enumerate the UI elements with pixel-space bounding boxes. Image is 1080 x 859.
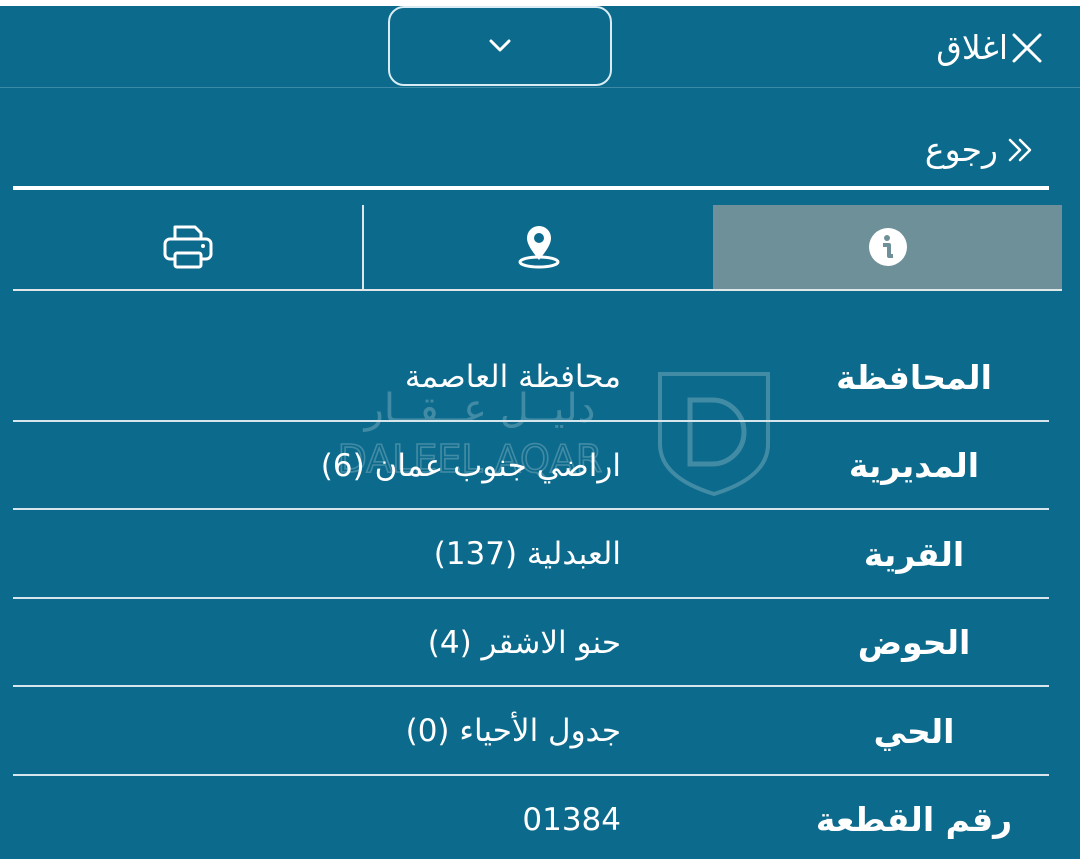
detail-value: 01384 [522, 801, 621, 838]
panel-header: اغلاق [0, 6, 1080, 88]
list-item: المديرية اراضي جنوب عمان (6) [13, 422, 1049, 510]
detail-value: جدول الأحياء (0) [405, 713, 621, 749]
details-list: المحافظة محافظة العاصمة المديرية اراضي ج… [13, 333, 1049, 859]
section-divider [13, 186, 1049, 190]
detail-value: حنو الاشقر (4) [427, 624, 621, 661]
collapse-panel-button[interactable] [388, 6, 612, 86]
detail-value: العبدلية (137) [433, 536, 621, 572]
close-label: اغلاق [936, 28, 1008, 67]
back-button[interactable]: رجوع [925, 125, 1036, 175]
detail-label: القرية [863, 534, 965, 574]
detail-label: المحافظة [836, 357, 992, 397]
detail-label: رقم القطعة [815, 800, 1013, 839]
list-item: الحوض حنو الاشقر (4) [13, 599, 1049, 687]
detail-label: الحي [873, 711, 955, 751]
tab-info[interactable] [713, 205, 1062, 291]
list-item: المحافظة محافظة العاصمة [13, 333, 1049, 422]
close-icon [1012, 33, 1042, 63]
chevron-down-icon [489, 39, 511, 52]
list-item: القرية العبدلية (137) [13, 510, 1049, 599]
list-item: رقم القطعة 01384 [13, 776, 1049, 859]
info-circle-icon [868, 228, 907, 266]
tab-location[interactable] [362, 205, 713, 291]
close-button[interactable]: اغلاق [936, 28, 1044, 68]
double-chevron-right-icon [1008, 138, 1032, 162]
tab-print[interactable] [13, 205, 362, 291]
back-label: رجوع [924, 130, 998, 169]
detail-value: اراضي جنوب عمان (6) [320, 447, 621, 484]
list-item: الحي جدول الأحياء (0) [13, 687, 1049, 776]
detail-label: المديرية [848, 446, 980, 485]
tab-bar [13, 205, 1062, 293]
detail-value: محافظة العاصمة [404, 359, 621, 395]
map-pin-icon [518, 226, 559, 269]
detail-label: الحوض [857, 623, 971, 662]
printer-icon [163, 225, 212, 269]
